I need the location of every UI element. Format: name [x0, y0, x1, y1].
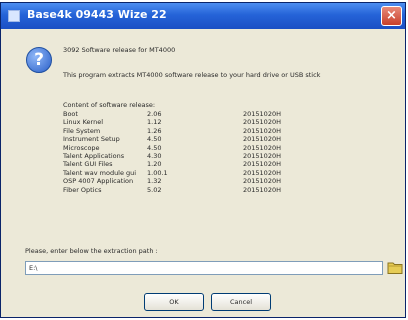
component-date: 20151020H — [243, 110, 281, 118]
close-button[interactable]: × — [381, 6, 402, 26]
component-version: 5.02 — [147, 185, 162, 194]
extraction-path-label: Please, enter below the extraction path … — [25, 247, 158, 255]
component-version: 2.06 — [147, 110, 162, 118]
component-name: Talent wav module gui — [63, 168, 137, 177]
folder-icon — [387, 262, 403, 274]
component-date: 20151020H — [243, 160, 281, 169]
component-name: Fiber Optics — [63, 185, 102, 194]
extraction-path-input[interactable]: E:\ — [25, 261, 383, 275]
component-name: Linux Kernel — [63, 118, 103, 127]
component-name: Instrument Setup — [63, 135, 120, 144]
title-bar[interactable]: Base4k 09443 Wize 22 × — [1, 3, 405, 29]
ok-button[interactable]: OK — [144, 293, 204, 311]
component-date: 20151020H — [243, 151, 281, 160]
component-name: Talent GUI Files — [63, 160, 113, 169]
question-icon: ? — [26, 47, 52, 73]
component-date: 20151020H — [243, 185, 281, 194]
component-version: 1.20 — [147, 160, 162, 169]
component-version: 4.50 — [147, 143, 162, 152]
component-date: 20151020H — [243, 143, 281, 152]
component-date: 20151020H — [243, 135, 281, 144]
component-name: Boot — [63, 110, 78, 118]
app-icon — [8, 10, 20, 22]
component-name: OSP 4007 Application — [63, 177, 134, 186]
cancel-button[interactable]: Cancel — [211, 293, 271, 311]
component-version: 1.26 — [147, 126, 162, 135]
component-name: Microscope — [63, 143, 100, 152]
component-version: 1.00.1 — [147, 168, 168, 177]
component-date: 20151020H — [243, 126, 281, 135]
component-version: 4.30 — [147, 151, 162, 160]
component-date: 20151020H — [243, 177, 281, 186]
content-label: Content of software release: — [63, 101, 156, 109]
component-version: 1.32 — [147, 177, 162, 186]
browse-folder-button[interactable] — [387, 260, 403, 275]
component-version: 4.50 — [147, 135, 162, 144]
window-title: Base4k 09443 Wize 22 — [27, 8, 167, 21]
component-name: Talent Applications — [63, 151, 125, 160]
component-date: 20151020H — [243, 118, 281, 127]
component-version: 1.12 — [147, 118, 162, 127]
dialog-intro: This program extracts MT4000 software re… — [63, 71, 321, 79]
dialog-heading: 3092 Software release for MT4000 — [63, 46, 176, 54]
installer-dialog: Base4k 09443 Wize 22 × ? 3092 Software r… — [0, 2, 406, 318]
component-date: 20151020H — [243, 168, 281, 177]
component-name: File System — [63, 126, 101, 135]
